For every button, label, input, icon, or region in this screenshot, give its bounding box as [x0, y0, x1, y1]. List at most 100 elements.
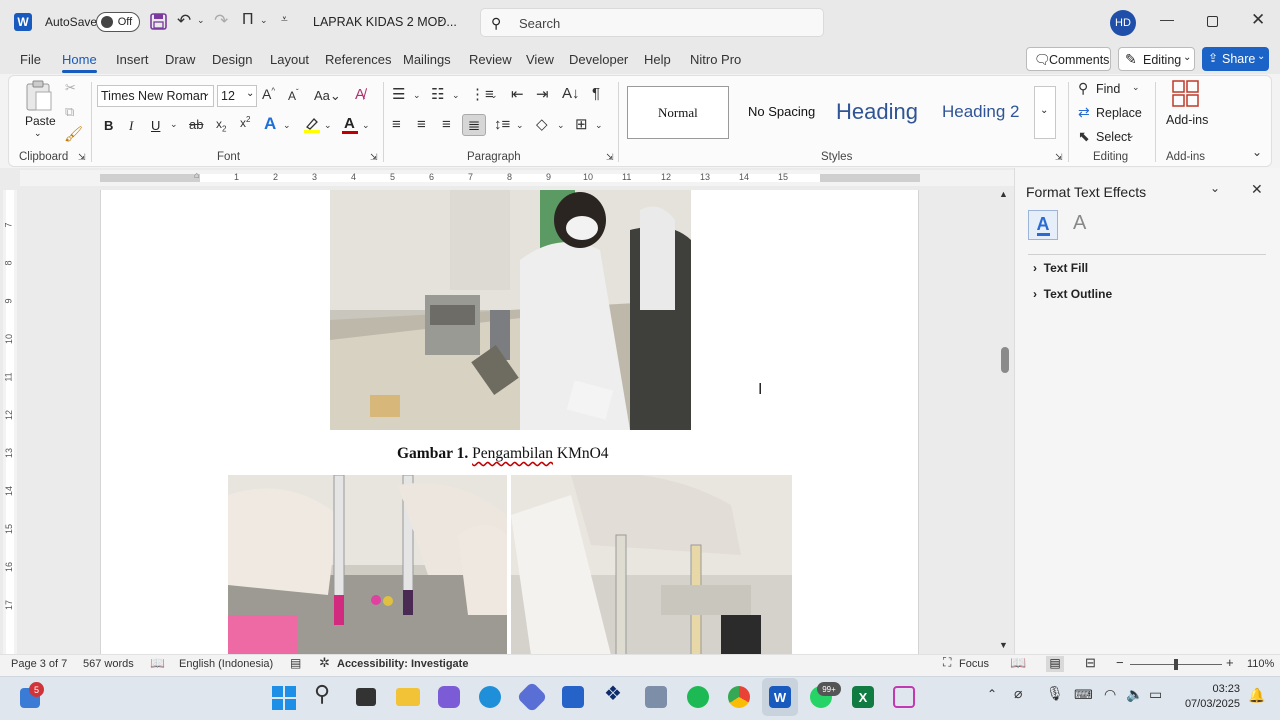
scrollbar-thumb[interactable]	[1001, 347, 1009, 373]
tab-layout[interactable]: Layout	[270, 52, 309, 67]
show-hidden-icons[interactable]: ⌃	[987, 688, 997, 700]
clipboard-launcher-icon[interactable]: ⇲	[78, 153, 86, 162]
align-left-icon[interactable]: ≡	[392, 117, 401, 132]
user-avatar[interactable]: HD	[1110, 10, 1136, 36]
tab-review[interactable]: Review	[469, 52, 512, 67]
subscript-icon[interactable]: x2	[216, 118, 226, 133]
file-explorer-icon[interactable]	[396, 688, 420, 706]
decrease-indent-icon[interactable]: ⇤	[511, 87, 524, 102]
superscript-icon[interactable]: x2	[240, 116, 250, 130]
dropbox-icon[interactable]: ❖	[604, 684, 622, 704]
web-layout-icon[interactable]: ⊟	[1085, 656, 1096, 669]
horizontal-ruler[interactable]: 1 2 3 4 5 6 7 8 9 10 11 12 13 14 15 ⌂	[20, 170, 1014, 186]
line-spacing-icon[interactable]: ↕≡	[494, 117, 510, 132]
styles-gallery-more[interactable]: ⌄	[1034, 86, 1056, 139]
notification-icon[interactable]: 🔔	[1248, 688, 1265, 702]
clear-formatting-icon[interactable]: A̸	[355, 87, 365, 102]
app-a-icon[interactable]	[645, 686, 667, 708]
strikethrough-icon[interactable]: ab	[189, 118, 203, 131]
text-effects-icon[interactable]: A	[264, 115, 276, 132]
format-painter-icon[interactable]: 🖌	[64, 127, 83, 142]
pane-options-icon[interactable]: ⌄	[1210, 182, 1220, 194]
word-taskbar-icon[interactable]: W	[769, 686, 791, 708]
add-ins-button[interactable]: Add-ins	[1166, 113, 1208, 127]
close-icon[interactable]: ✕	[1251, 11, 1265, 28]
font-color-icon[interactable]: A	[342, 115, 358, 135]
select-button[interactable]: Select	[1096, 130, 1131, 144]
bullets-icon[interactable]: ☰	[392, 87, 405, 102]
search-box[interactable]: ⚲ Search	[480, 8, 824, 37]
focus-button[interactable]: Focus	[959, 658, 989, 670]
increase-indent-icon[interactable]: ⇥	[536, 87, 549, 102]
autosave-toggle[interactable]: Off	[96, 12, 140, 32]
caption-misspelled-word[interactable]: Pengambilan	[472, 445, 553, 462]
copilot-icon[interactable]	[438, 686, 460, 708]
start-icon[interactable]	[272, 686, 296, 710]
tab-home[interactable]: Home	[62, 52, 97, 73]
microphone-icon[interactable]: 🎙	[1046, 686, 1064, 700]
chrome-icon[interactable]	[728, 686, 750, 708]
paste-icon[interactable]	[24, 80, 54, 112]
editing-mode-button[interactable]: ✎ Editing ⌄	[1118, 47, 1195, 71]
edge-icon[interactable]	[479, 686, 501, 708]
figure-caption[interactable]: Gambar 1. Pengambilan KMnO4	[397, 445, 609, 463]
volume-icon[interactable]: 🔈	[1126, 687, 1143, 701]
borders-dropdown-icon[interactable]: ⌄	[595, 121, 603, 130]
borders-icon[interactable]: ⊞	[575, 117, 588, 132]
align-right-icon[interactable]: ≡	[442, 117, 451, 132]
minimize-icon[interactable]: —	[1160, 12, 1174, 26]
zoom-out-icon[interactable]: −	[1116, 656, 1124, 669]
justify-icon[interactable]: ≣	[462, 114, 486, 136]
text-effects-tab-icon[interactable]: A	[1073, 212, 1086, 235]
read-mode-icon[interactable]: 📖	[1010, 656, 1026, 669]
highlight-icon[interactable]	[303, 116, 321, 134]
replace-button[interactable]: Replace	[1096, 106, 1142, 120]
save-icon[interactable]	[150, 13, 167, 33]
numbering-icon[interactable]: ☷	[431, 87, 444, 102]
language-status[interactable]: English (Indonesia)	[179, 658, 273, 670]
wifi-icon[interactable]: ◠	[1104, 687, 1116, 701]
font-color-dropdown-icon[interactable]: ⌄	[362, 121, 370, 130]
scroll-up-icon[interactable]: ▲	[999, 190, 1008, 199]
undo-icon[interactable]: ↶	[177, 12, 191, 29]
font-size-select[interactable]: 12 ⌄	[217, 85, 257, 107]
undo-dropdown-icon[interactable]: ⌄	[197, 16, 205, 25]
text-fill-section[interactable]: › Text Fill	[1033, 261, 1088, 275]
zoom-slider-thumb[interactable]	[1174, 659, 1178, 670]
customize-toolbar-icon[interactable]: ⩡	[281, 13, 288, 25]
multilevel-dropdown-icon[interactable]: ⌄	[490, 91, 498, 100]
line-spacing-dropdown-icon[interactable]: ⌄	[516, 121, 524, 130]
paste-dropdown-icon[interactable]: ⌄	[34, 128, 42, 139]
tab-design[interactable]: Design	[212, 52, 252, 67]
lab-photo-pipette[interactable]	[511, 475, 792, 655]
tab-insert[interactable]: Insert	[116, 52, 149, 67]
tab-help[interactable]: Help	[644, 52, 671, 67]
task-view-icon[interactable]	[356, 688, 376, 706]
format-painter-quick-icon[interactable]: Π	[242, 12, 254, 28]
grow-font-icon[interactable]: A^	[262, 87, 275, 101]
style-normal[interactable]: Normal	[627, 86, 729, 139]
taskbar-search-icon[interactable]: ⚲	[314, 683, 330, 705]
title-dropdown-icon[interactable]: ⌄	[436, 14, 445, 25]
change-case-icon[interactable]: Aa⌄	[314, 89, 341, 102]
word-count[interactable]: 567 words	[83, 658, 134, 670]
comments-button[interactable]: 🗨 Comments	[1026, 47, 1111, 71]
text-effects-dropdown-icon[interactable]: ⌄	[283, 121, 291, 130]
clock-time[interactable]: 03:23	[1186, 683, 1240, 695]
zoom-level[interactable]: 110%	[1247, 658, 1274, 670]
numbering-dropdown-icon[interactable]: ⌄	[452, 91, 460, 100]
sort-icon[interactable]: A↓	[562, 86, 580, 101]
paragraph-launcher-icon[interactable]: ⇲	[606, 153, 614, 162]
tab-file[interactable]: File	[20, 52, 41, 67]
font-launcher-icon[interactable]: ⇲	[370, 153, 378, 162]
clock-date[interactable]: 07/03/2025	[1180, 698, 1240, 710]
proofing-icon[interactable]: 📖	[150, 657, 165, 669]
style-heading[interactable]: Heading	[836, 99, 918, 125]
text-fill-outline-tab-icon[interactable]: A	[1028, 210, 1058, 240]
align-center-icon[interactable]: ≡	[417, 117, 426, 132]
bullets-dropdown-icon[interactable]: ⌄	[413, 91, 421, 100]
add-ins-icon[interactable]	[1172, 80, 1200, 108]
shrink-font-icon[interactable]: Aˇ	[288, 89, 299, 103]
tab-nitro-pro[interactable]: Nitro Pro	[690, 52, 741, 67]
battery-icon[interactable]: ▭	[1149, 687, 1162, 701]
